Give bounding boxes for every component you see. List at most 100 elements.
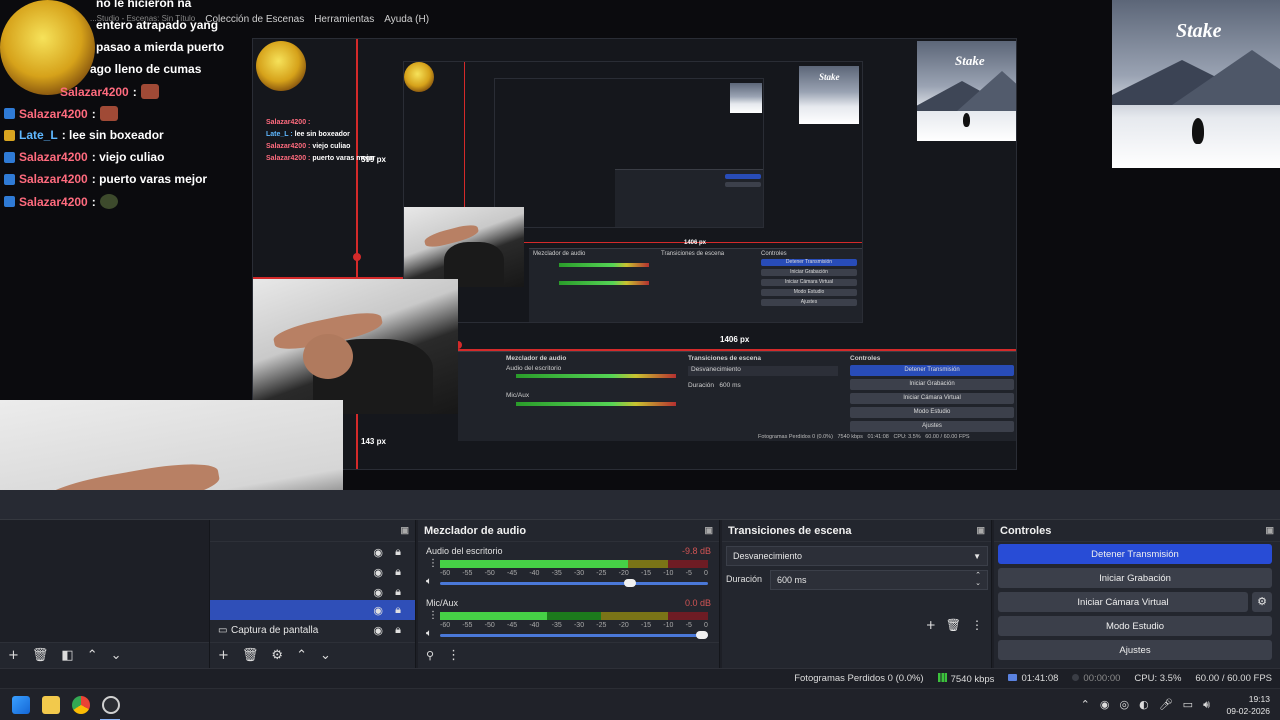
mic-icon[interactable]: 🎤︎ bbox=[1159, 698, 1173, 712]
menu-dots-icon[interactable]: ⋮ bbox=[971, 618, 983, 632]
add-icon[interactable]: + bbox=[218, 648, 229, 663]
eye-icon[interactable]: ◉ bbox=[373, 546, 383, 559]
transitions-dock: Transiciones de escena ▣ Desvanecimiento… bbox=[722, 520, 992, 668]
px-label-width: 1406 px bbox=[720, 335, 750, 344]
sources-dock: ▣ ◉ 🔒︎ ◉ 🔒︎ ◉ 🔒︎ ◉ 🔒︎ ▭ Captura de panta… bbox=[210, 520, 416, 668]
obs-window: ...Studio - Escenas: Sin Título Colecció… bbox=[0, 0, 1280, 720]
menu-item-tools[interactable]: Herramientas bbox=[314, 14, 374, 25]
filter-icon[interactable]: ◧ bbox=[61, 648, 73, 663]
bitrate-value: 7540 kbps bbox=[950, 673, 995, 685]
clock[interactable]: 19:13 09-02-2026 bbox=[1227, 693, 1270, 717]
down-icon[interactable]: ⌄ bbox=[111, 648, 122, 663]
transition-select[interactable]: Desvanecimiento ▼ bbox=[726, 546, 988, 566]
lock-icon[interactable]: 🔒︎ bbox=[395, 604, 401, 617]
penguin-icon bbox=[1192, 118, 1204, 144]
scale-tick: -60 bbox=[440, 622, 451, 629]
discord-icon[interactable]: ◉ bbox=[1100, 698, 1110, 712]
stake-overlay: Stake bbox=[1112, 0, 1280, 168]
network-icon[interactable]: ▭ bbox=[1183, 698, 1193, 712]
spinner-icon[interactable]: ⌃ ⌄ bbox=[975, 572, 981, 588]
link-icon[interactable]: ⚲ bbox=[426, 649, 434, 662]
slider-knob[interactable] bbox=[623, 579, 636, 587]
menu-dots-icon[interactable]: ⋮ bbox=[428, 558, 438, 569]
slider-knob[interactable] bbox=[696, 631, 708, 639]
scale-tick: -5 bbox=[685, 622, 692, 629]
settings-button[interactable]: Ajustes bbox=[998, 640, 1272, 660]
dock-float-icon[interactable]: ▣ bbox=[704, 525, 713, 536]
eye-icon[interactable]: ◉ bbox=[373, 624, 383, 637]
speaker-icon[interactable]: 🔈︎ bbox=[426, 628, 432, 639]
source-row[interactable]: ◉ 🔒︎ bbox=[210, 562, 415, 582]
dock-float-icon[interactable]: ▣ bbox=[1265, 525, 1274, 536]
eye-icon[interactable]: ◉ bbox=[373, 566, 383, 579]
scale-tick: -50 bbox=[484, 622, 495, 629]
dock-float-icon[interactable]: ▣ bbox=[400, 525, 409, 536]
scale-tick: -20 bbox=[618, 570, 629, 577]
dock-float-icon[interactable]: ▣ bbox=[976, 525, 985, 536]
source-row-selected[interactable]: ◉ 🔒︎ bbox=[210, 600, 415, 620]
preview-canvas[interactable]: ...Studio - Escenas: Sin Título Colecció… bbox=[0, 0, 1280, 625]
eye-icon[interactable]: ◉ bbox=[373, 586, 383, 599]
signal-icon bbox=[937, 672, 947, 682]
scale-tick: -20 bbox=[618, 622, 629, 629]
virtual-camera-gear-icon[interactable]: ⚙︎ bbox=[1252, 592, 1272, 612]
volume-icon[interactable]: 🔊︎ bbox=[1203, 698, 1210, 712]
add-icon[interactable]: + bbox=[8, 648, 19, 663]
volume-slider[interactable] bbox=[440, 631, 708, 639]
scenes-toolbar: + 🗑︎ ◧ ⌃ ⌄ bbox=[0, 642, 209, 668]
chevron-up-icon[interactable]: ⌃ bbox=[1081, 698, 1090, 712]
up-icon[interactable]: ⌃ bbox=[296, 648, 307, 663]
duration-input[interactable]: 600 ms ⌃ ⌄ bbox=[770, 570, 988, 590]
pepe-emote bbox=[0, 0, 95, 95]
trash-icon[interactable]: 🗑︎ bbox=[32, 648, 49, 663]
windows-start-icon[interactable] bbox=[12, 696, 30, 714]
stop-streaming-button[interactable]: Detener Transmisión bbox=[998, 544, 1272, 564]
add-icon[interactable]: + bbox=[926, 618, 936, 632]
chrome-icon[interactable] bbox=[72, 696, 90, 714]
chat-line: Salazar4200: bbox=[4, 106, 118, 121]
scenes-dock: + 🗑︎ ◧ ⌃ ⌄ bbox=[0, 520, 210, 668]
chat-overlay: no le hicieron na entero atrapado yang p… bbox=[0, 0, 250, 220]
lock-icon[interactable]: 🔒︎ bbox=[395, 546, 401, 559]
start-virtual-camera-button[interactable]: Iniciar Cámara Virtual bbox=[998, 592, 1248, 612]
lock-icon[interactable]: 🔒︎ bbox=[395, 624, 401, 637]
menu-item-help[interactable]: Ayuda (H) bbox=[384, 14, 429, 25]
lock-icon[interactable]: 🔒︎ bbox=[395, 566, 401, 579]
audio-mixer-dock: Mezclador de audio ▣ Audio del escritori… bbox=[418, 520, 720, 668]
cpu-stat: CPU: 3.5% bbox=[1134, 673, 1182, 684]
stream-time-stat: 01:41:08 bbox=[1008, 673, 1058, 684]
clock-time: 19:13 bbox=[1248, 694, 1270, 704]
rec-time-stat: 00:00:00 bbox=[1072, 673, 1120, 684]
menu-dots-icon[interactable]: ⋮ bbox=[447, 648, 460, 663]
eye-icon[interactable]: ◉ bbox=[373, 604, 383, 617]
chat-line: no le hicieron na bbox=[96, 0, 192, 10]
nested-preview-1: 1406 px 143 px 599 px Salazar4200 : Late… bbox=[252, 38, 1017, 470]
file-explorer-icon[interactable] bbox=[42, 696, 60, 714]
gear-icon[interactable]: ⚙︎ bbox=[271, 648, 283, 663]
obs-tray-icon[interactable]: ◎ bbox=[1119, 698, 1129, 712]
down-icon[interactable]: ⌄ bbox=[320, 648, 331, 663]
badge-icon bbox=[4, 108, 15, 119]
speaker-icon[interactable]: 🔈︎ bbox=[426, 576, 432, 587]
studio-mode-button[interactable]: Modo Estudio bbox=[998, 616, 1272, 636]
trash-icon[interactable]: 🗑︎ bbox=[946, 618, 961, 632]
up-icon[interactable]: ⌃ bbox=[87, 648, 98, 663]
meter-fill bbox=[440, 612, 548, 620]
source-row-screen-capture[interactable]: ▭ Captura de pantalla ◉ 🔒︎ bbox=[210, 620, 415, 640]
volume-slider[interactable] bbox=[440, 579, 708, 587]
lock-icon[interactable]: 🔒︎ bbox=[395, 586, 401, 599]
source-row[interactable]: ◉ 🔒︎ bbox=[210, 542, 415, 562]
menu-dots-icon[interactable]: ⋮ bbox=[428, 610, 438, 621]
px-label-mini: 1406 px bbox=[684, 240, 707, 246]
badge-icon bbox=[4, 129, 15, 141]
source-row[interactable]: ◉ 🔒︎ bbox=[210, 582, 415, 602]
bitrate-stat: 7540 kbps bbox=[937, 672, 995, 685]
steam-icon[interactable]: ◐ bbox=[1139, 698, 1149, 712]
stake-overlay-nested: Stake bbox=[917, 41, 1016, 141]
start-recording-button[interactable]: Iniciar Grabación bbox=[998, 568, 1272, 588]
scale-tick: -30 bbox=[573, 570, 585, 577]
obs-icon[interactable] bbox=[102, 696, 120, 714]
emote-icon bbox=[99, 194, 118, 209]
scale-tick: -15 bbox=[640, 570, 652, 577]
trash-icon[interactable]: 🗑︎ bbox=[242, 648, 259, 663]
